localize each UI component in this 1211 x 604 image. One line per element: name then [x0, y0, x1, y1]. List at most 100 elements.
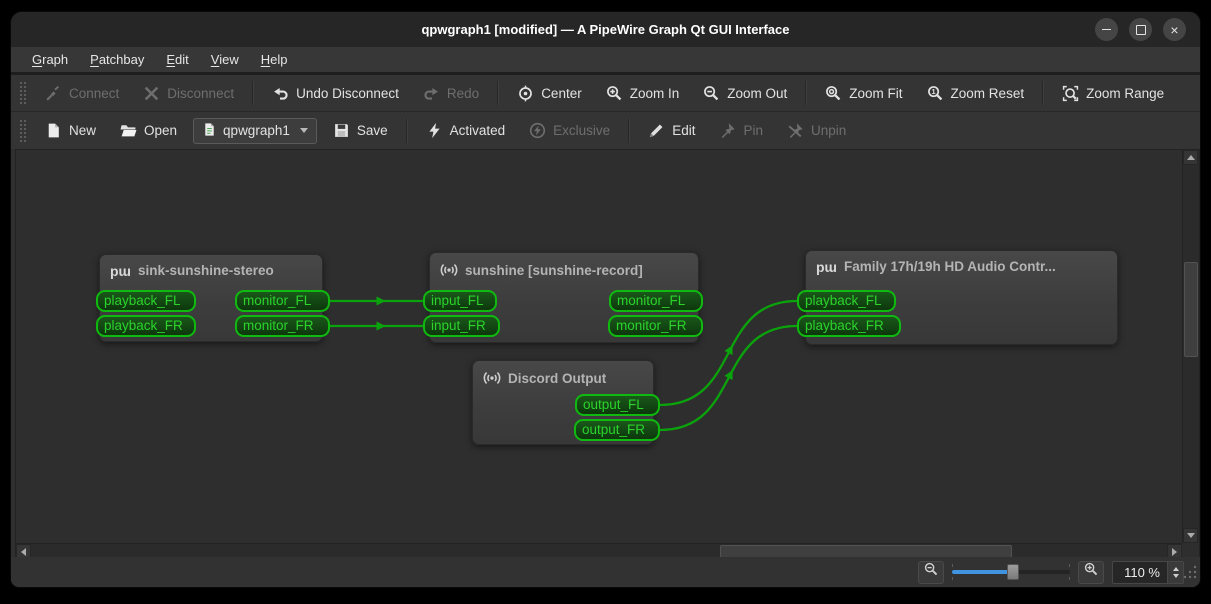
node-title: sink-sunshine-stereo: [138, 263, 274, 278]
node-header: Discord Output: [473, 361, 653, 387]
qpwgraph-window: qpwgraph1 [modified] — A PipeWire Graph …: [10, 11, 1201, 588]
edit-button[interactable]: Edit: [638, 118, 705, 143]
port-playback_FR[interactable]: playback_FR: [96, 315, 196, 337]
scroll-up-button[interactable]: [1183, 150, 1198, 165]
port-monitor_FR[interactable]: monitor_FR: [235, 315, 330, 337]
zoom-in-label: Zoom In: [629, 85, 680, 101]
pencil-icon: [648, 122, 665, 139]
zoom-value: 110 %: [1124, 564, 1160, 580]
toolbar-drag-handle[interactable]: [19, 81, 27, 105]
minimize-button[interactable]: [1095, 18, 1118, 41]
new-button[interactable]: New: [35, 118, 106, 143]
undo-disconnect-button[interactable]: Undo Disconnect: [262, 81, 409, 106]
unpin-icon: [787, 122, 804, 139]
desktop-background: qpwgraph1 [modified] — A PipeWire Graph …: [0, 0, 1211, 604]
zoom-in-button[interactable]: Zoom In: [596, 81, 690, 106]
menu-patchbay[interactable]: Patchbay: [81, 50, 153, 69]
activated-label: Activated: [449, 123, 506, 138]
connect-button[interactable]: Connect: [35, 81, 129, 106]
disconnect-icon: [143, 85, 160, 102]
vertical-scrollbar[interactable]: [1182, 150, 1199, 543]
zoom-range-button[interactable]: Zoom Range: [1052, 81, 1174, 106]
resize-grip[interactable]: [1183, 565, 1197, 584]
zoom-out-icon: [924, 562, 939, 582]
arrow-up-icon: [1186, 155, 1195, 160]
disconnect-label: Disconnect: [167, 85, 235, 101]
toolbar-drag-handle[interactable]: [19, 118, 27, 143]
zoom-fit-icon: [825, 85, 842, 102]
port-playback_FL[interactable]: playback_FL: [96, 290, 196, 312]
redo-label: Redo: [446, 85, 480, 101]
disconnect-button[interactable]: Disconnect: [133, 81, 244, 106]
zoom-slider-handle[interactable]: [1007, 564, 1020, 580]
arrow-down-icon: [1186, 533, 1195, 538]
maximize-icon: [1135, 24, 1146, 35]
redo-icon: [423, 85, 440, 102]
port-monitor_FL[interactable]: monitor_FL: [235, 290, 330, 312]
port-label: playback_FR: [104, 318, 183, 333]
zoom-spin-buttons[interactable]: [1167, 561, 1183, 583]
port-monitor_FR[interactable]: monitor_FR: [608, 315, 703, 337]
zoom-fit-button[interactable]: Zoom Fit: [815, 81, 912, 106]
node-header: sunshine [sunshine-record]: [430, 253, 698, 279]
statusbar: 110 %: [11, 557, 1200, 587]
zoom-out-button[interactable]: Zoom Out: [693, 81, 797, 106]
port-label: output_FL: [583, 397, 644, 412]
menu-graph[interactable]: Graph: [23, 50, 77, 69]
patchbay-file-combobox[interactable]: qpwgraph1: [193, 117, 317, 144]
port-label: monitor_FL: [617, 293, 686, 308]
port-output_FR[interactable]: output_FR: [574, 419, 660, 441]
node-header: pɯ sink-sunshine-stereo: [100, 255, 322, 278]
port-label: output_FR: [582, 422, 646, 437]
redo-button[interactable]: Redo: [413, 81, 489, 106]
center-button[interactable]: Center: [507, 81, 592, 106]
zoom-slider[interactable]: [952, 562, 1070, 582]
toolbar-separator: [252, 81, 255, 105]
menu-view[interactable]: View: [202, 50, 248, 69]
save-label: Save: [356, 123, 388, 138]
port-label: playback_FL: [104, 293, 181, 308]
port-playback_FL[interactable]: playback_FL: [797, 290, 896, 312]
zoom-out-label: Zoom Out: [727, 85, 788, 101]
zoom-reset-icon: 1: [927, 85, 944, 102]
connections-layer: [330, 296, 798, 432]
port-input_FL[interactable]: input_FL: [423, 290, 497, 312]
zoom-reset-label: Zoom Reset: [950, 85, 1025, 101]
save-button[interactable]: Save: [323, 118, 398, 143]
menu-help[interactable]: Help: [252, 50, 297, 69]
zoom-reset-button[interactable]: 1 Zoom Reset: [917, 81, 1035, 106]
wire-arrow-icon: [724, 345, 733, 356]
statusbar-zoom-out-button[interactable]: [918, 560, 944, 584]
window-title: qpwgraph1 [modified] — A PipeWire Graph …: [421, 22, 790, 37]
titlebar[interactable]: qpwgraph1 [modified] — A PipeWire Graph …: [11, 12, 1200, 47]
zoom-out-icon: [703, 85, 720, 102]
pin-button[interactable]: Pin: [709, 118, 773, 143]
statusbar-zoom-in-button[interactable]: [1078, 560, 1104, 584]
maximize-button[interactable]: [1129, 18, 1152, 41]
pin-icon: [719, 122, 736, 139]
port-input_FR[interactable]: input_FR: [423, 315, 500, 337]
close-button[interactable]: ×: [1163, 18, 1186, 41]
menu-edit[interactable]: Edit: [157, 50, 197, 69]
wire-arrow-icon: [376, 321, 386, 331]
port-output_FL[interactable]: output_FL: [575, 394, 660, 416]
vertical-scroll-thumb[interactable]: [1184, 262, 1198, 357]
graph-canvas[interactable]: pɯ sink-sunshine-stereo sunshine [sunshine…: [16, 150, 1182, 543]
open-button[interactable]: Open: [110, 118, 187, 143]
node-header: pɯ Family 17h/19h HD Audio Contr...: [806, 251, 1117, 274]
scroll-down-button[interactable]: [1183, 528, 1198, 543]
arrow-right-icon: [1172, 547, 1177, 556]
zoom-spinbox[interactable]: 110 %: [1112, 560, 1184, 584]
node-title: Discord Output: [508, 370, 607, 386]
toolbar-separator: [1042, 81, 1045, 105]
center-label: Center: [541, 85, 582, 101]
unpin-button[interactable]: Unpin: [777, 118, 856, 143]
port-playback_FR[interactable]: playback_FR: [797, 315, 901, 337]
activated-button[interactable]: Activated: [416, 118, 516, 143]
toolbar-separator: [628, 118, 631, 143]
exclusive-button[interactable]: Exclusive: [519, 118, 620, 143]
pipewire-icon: pɯ: [816, 258, 837, 275]
port-monitor_FL[interactable]: monitor_FL: [609, 290, 703, 312]
wire-arrow-icon: [376, 296, 386, 306]
toolbar-separator: [405, 118, 408, 143]
